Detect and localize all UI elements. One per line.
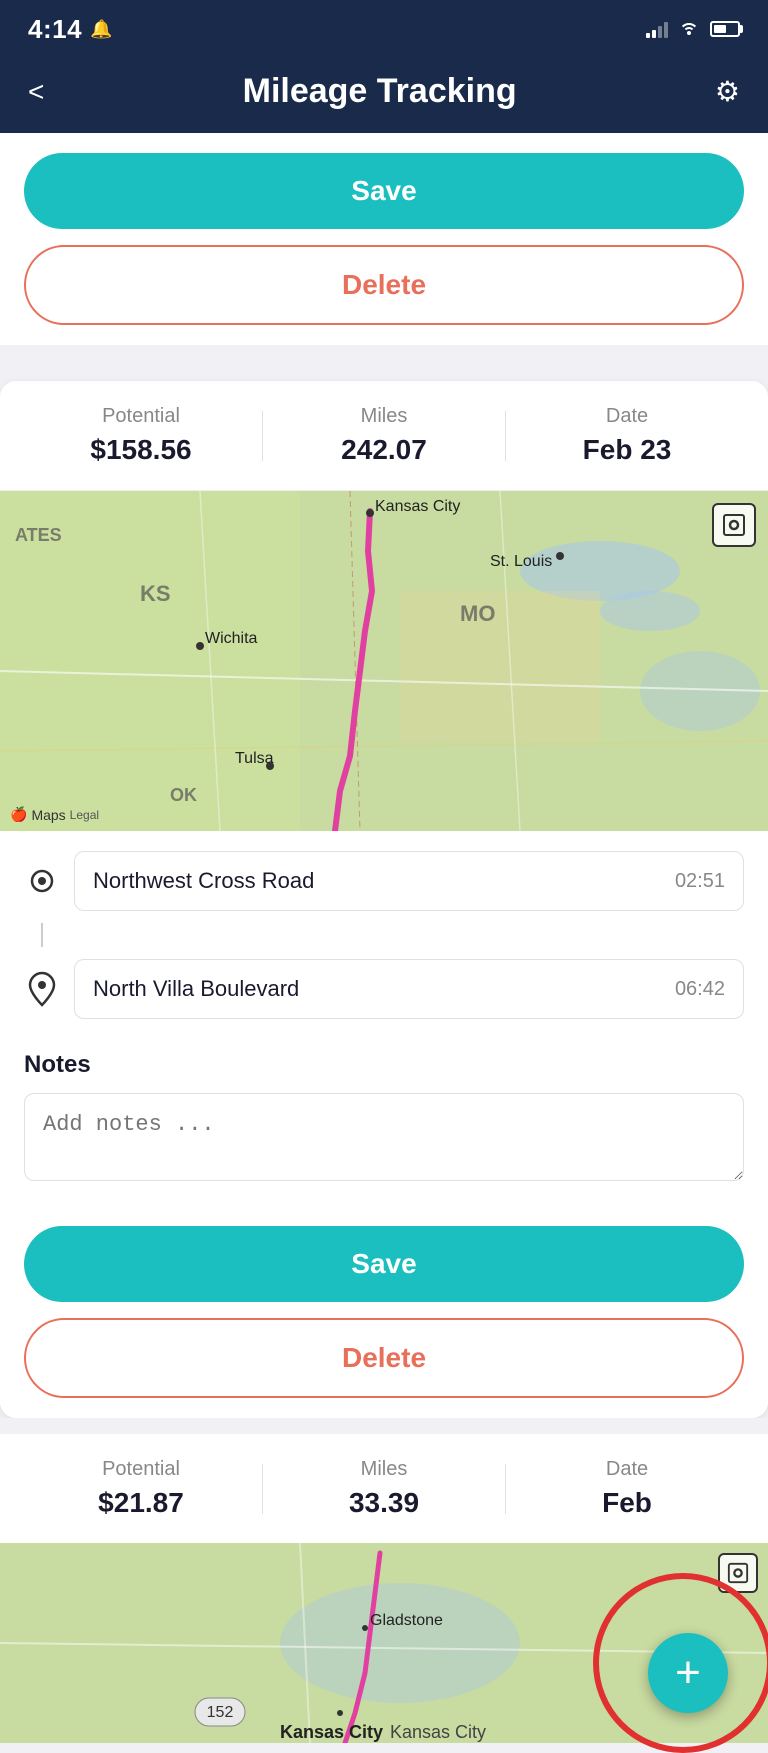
map-expand-button-2[interactable] — [718, 1553, 758, 1593]
notes-section: Notes — [0, 1051, 768, 1206]
svg-text:152: 152 — [207, 1704, 234, 1721]
add-trip-fab[interactable]: + — [648, 1633, 728, 1713]
date-label-2: Date — [506, 1458, 748, 1481]
second-card-section: Potential $21.87 Miles 33.39 Date Feb — [0, 1418, 768, 1743]
stat-potential-2: Potential $21.87 — [20, 1458, 262, 1519]
potential-value: $158.56 — [20, 434, 262, 466]
date-value-2: Feb — [506, 1487, 748, 1519]
location-connector — [41, 923, 43, 947]
trip-card-2: Potential $21.87 Miles 33.39 Date Feb — [0, 1434, 768, 1743]
status-time: 4:14 — [28, 14, 82, 45]
potential-value-2: $21.87 — [20, 1487, 262, 1519]
potential-label: Potential — [20, 405, 262, 428]
potential-label-2: Potential — [20, 1458, 262, 1481]
origin-time: 02:51 — [675, 870, 725, 893]
settings-button[interactable]: ⚙ — [715, 75, 740, 108]
origin-icon — [24, 863, 60, 899]
svg-text:Tulsa: Tulsa — [235, 750, 274, 767]
stat-date-2: Date Feb — [506, 1458, 748, 1519]
signal-icon — [646, 20, 668, 38]
svg-text:KS: KS — [140, 581, 171, 606]
back-button[interactable]: < — [28, 76, 44, 108]
destination-time: 06:42 — [675, 978, 725, 1001]
status-bar: 4:14 🔔 — [0, 0, 768, 56]
notes-label: Notes — [24, 1051, 744, 1079]
destination-row: North Villa Boulevard 06:42 — [24, 959, 744, 1019]
top-buttons-section: Save Delete — [0, 133, 768, 345]
page-title: Mileage Tracking — [243, 72, 517, 111]
wifi-icon — [678, 18, 700, 41]
svg-text:Kansas City: Kansas City — [390, 1722, 486, 1742]
top-save-button[interactable]: Save — [24, 153, 744, 229]
date-label: Date — [506, 405, 748, 428]
svg-text:ATES: ATES — [15, 525, 62, 545]
miles-value-2: 33.39 — [263, 1487, 505, 1519]
map-1[interactable]: Kansas City St. Louis Wichita Tulsa KS M… — [0, 491, 768, 831]
svg-text:St. Louis: St. Louis — [490, 553, 552, 570]
svg-text:Kansas City: Kansas City — [280, 1722, 383, 1742]
origin-name: Northwest Cross Road — [93, 868, 314, 894]
miles-label: Miles — [263, 405, 505, 428]
map-expand-button[interactable] — [712, 503, 756, 547]
locations-section: Northwest Cross Road 02:51 North Villa B… — [0, 831, 768, 1051]
battery-icon — [710, 21, 740, 37]
notes-input[interactable] — [24, 1093, 744, 1181]
bottom-delete-button[interactable]: Delete — [24, 1318, 744, 1398]
destination-name: North Villa Boulevard — [93, 976, 299, 1002]
origin-input[interactable]: Northwest Cross Road 02:51 — [74, 851, 744, 911]
map-svg-1: Kansas City St. Louis Wichita Tulsa KS M… — [0, 491, 768, 831]
svg-text:MO: MO — [460, 601, 495, 626]
stats-row: Potential $158.56 Miles 242.07 Date Feb … — [0, 381, 768, 491]
stat-date: Date Feb 23 — [506, 405, 748, 466]
stat-potential: Potential $158.56 — [20, 405, 262, 466]
miles-value: 242.07 — [263, 434, 505, 466]
destination-icon — [24, 971, 60, 1007]
svg-text:Wichita: Wichita — [205, 630, 258, 647]
maps-label: Maps — [31, 807, 65, 823]
origin-row: Northwest Cross Road 02:51 — [24, 851, 744, 911]
trip-card-1: Potential $158.56 Miles 242.07 Date Feb … — [0, 381, 768, 1418]
date-value: Feb 23 — [506, 434, 748, 466]
top-delete-button[interactable]: Delete — [24, 245, 744, 325]
destination-input[interactable]: North Villa Boulevard 06:42 — [74, 959, 744, 1019]
bottom-buttons-section: Save Delete — [0, 1206, 768, 1418]
svg-text:Gladstone: Gladstone — [370, 1612, 443, 1629]
map-svg-2: 152 Gladstone Kansas City Kansas City — [0, 1543, 768, 1743]
svg-text:OK: OK — [170, 785, 197, 805]
stats-row-2: Potential $21.87 Miles 33.39 Date Feb — [0, 1434, 768, 1543]
status-icons — [646, 18, 740, 41]
header: < Mileage Tracking ⚙ — [0, 56, 768, 133]
map-attribution: 🍎 Maps Legal — [10, 806, 99, 823]
miles-label-2: Miles — [263, 1458, 505, 1481]
legal-link[interactable]: Legal — [70, 808, 99, 822]
svg-text:Kansas City: Kansas City — [375, 498, 460, 515]
stat-miles-2: Miles 33.39 — [263, 1458, 505, 1519]
map-2[interactable]: 152 Gladstone Kansas City Kansas City — [0, 1543, 768, 1743]
bell-icon: 🔔 — [90, 19, 112, 40]
apple-logo-icon: 🍎 — [10, 806, 27, 823]
bottom-save-button[interactable]: Save — [24, 1226, 744, 1302]
stat-miles: Miles 242.07 — [263, 405, 505, 466]
